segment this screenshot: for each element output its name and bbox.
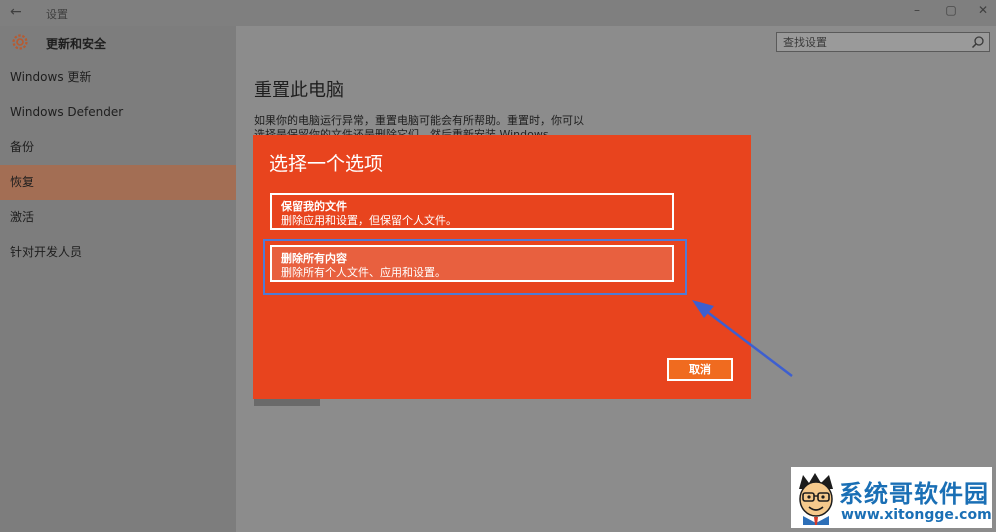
sidebar-item-windows-update[interactable]: Windows 更新 <box>0 60 236 95</box>
watermark-logo: 系统哥软件园 www.xitongge.com <box>791 467 992 528</box>
gear-icon <box>12 34 28 50</box>
search-box[interactable] <box>776 32 990 52</box>
watermark-url: www.xitongge.com <box>841 507 992 523</box>
reset-options-dialog: 选择一个选项 保留我的文件 删除应用和设置，但保留个人文件。 删除所有内容 删除… <box>253 135 751 399</box>
title-bar: ← 设置 – ▢ ✕ <box>0 0 996 26</box>
annotation-arrow-icon <box>692 300 793 377</box>
page-title: 重置此电脑 <box>254 80 344 101</box>
sidebar-item-backup[interactable]: 备份 <box>0 130 236 165</box>
sidebar: 更新和安全 Windows 更新 Windows Defender 备份 恢复 … <box>0 26 236 532</box>
search-icon[interactable] <box>971 35 985 49</box>
dialog-title: 选择一个选项 <box>269 153 384 175</box>
window-title: 设置 <box>46 8 68 21</box>
close-icon[interactable]: ✕ <box>972 3 994 17</box>
sidebar-item-activation[interactable]: 激活 <box>0 200 236 235</box>
maximize-icon[interactable]: ▢ <box>940 3 962 17</box>
sidebar-item-recovery[interactable]: 恢复 <box>0 165 236 200</box>
watermark-name: 系统哥软件园 <box>839 480 989 508</box>
sidebar-header-label: 更新和安全 <box>46 37 107 51</box>
option-description: 删除所有个人文件、应用和设置。 <box>281 266 446 279</box>
cartoon-face-icon <box>799 473 833 525</box>
back-arrow-icon[interactable]: ← <box>10 4 22 20</box>
search-input[interactable] <box>783 35 963 49</box>
option-description: 删除应用和设置，但保留个人文件。 <box>281 214 457 227</box>
sidebar-item-windows-defender[interactable]: Windows Defender <box>0 95 236 130</box>
sidebar-item-developers[interactable]: 针对开发人员 <box>0 235 236 270</box>
minimize-icon[interactable]: – <box>906 3 928 17</box>
remove-everything-option[interactable]: 删除所有内容 删除所有个人文件、应用和设置。 <box>270 245 674 282</box>
keep-my-files-option[interactable]: 保留我的文件 删除应用和设置，但保留个人文件。 <box>270 193 674 230</box>
